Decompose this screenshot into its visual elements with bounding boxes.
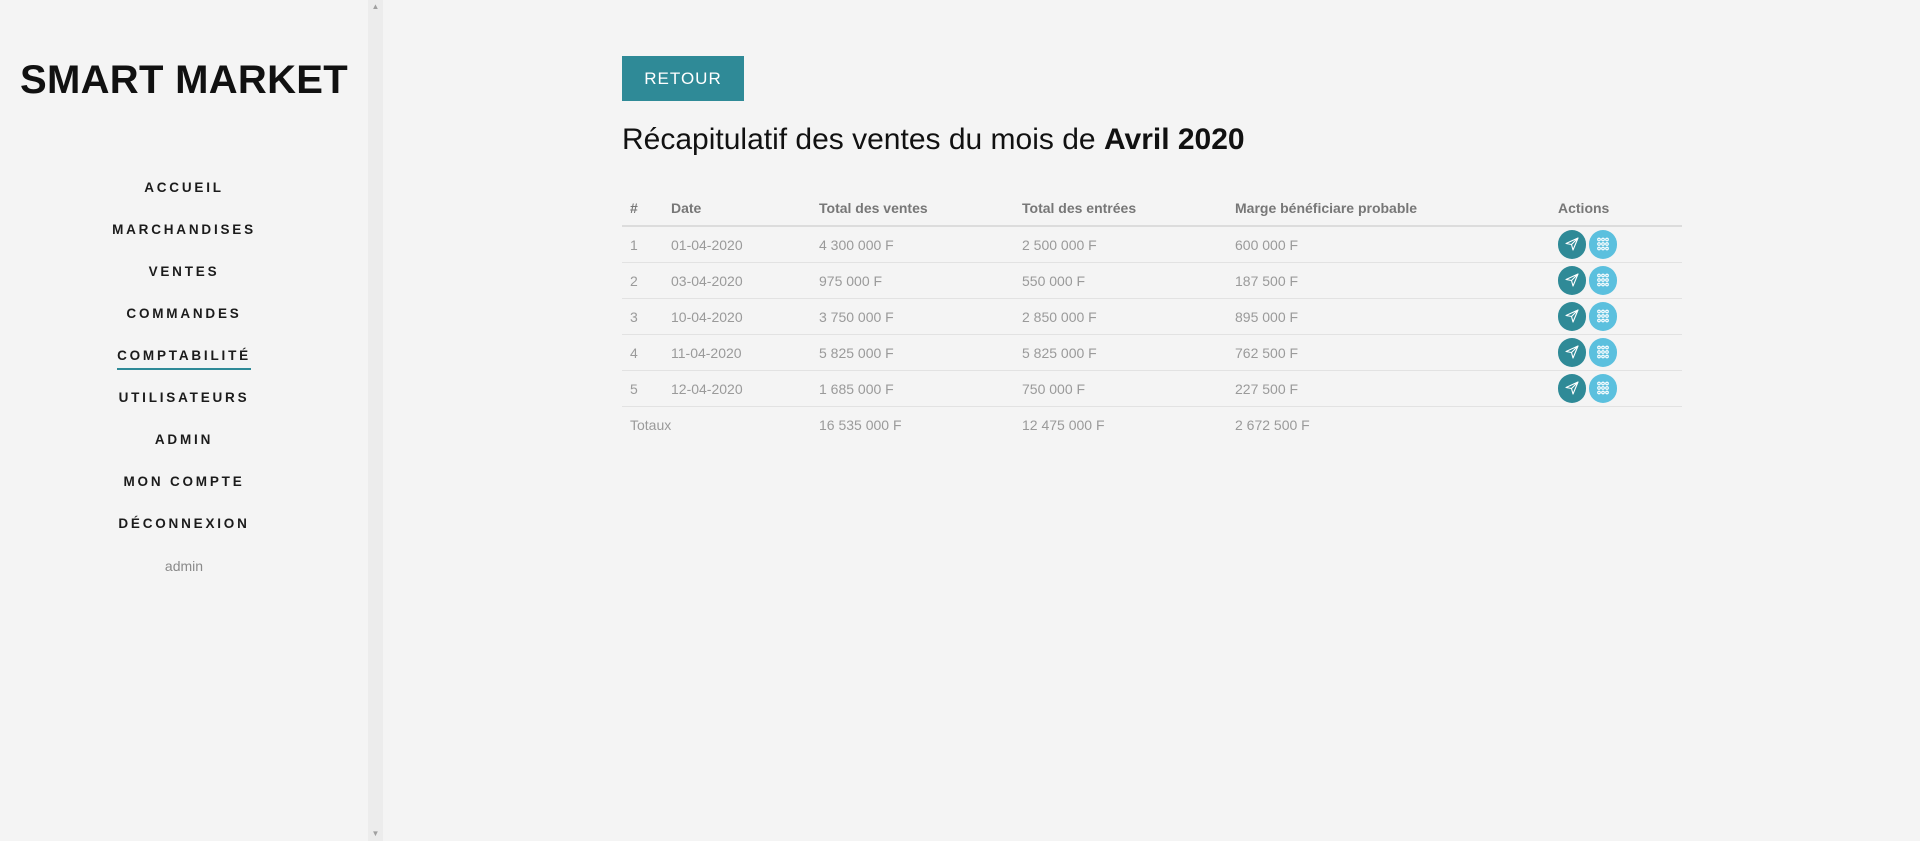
paper-plane-icon bbox=[1565, 345, 1579, 359]
details-button[interactable] bbox=[1589, 338, 1617, 367]
cell-total-ventes: 4 300 000 F bbox=[811, 226, 1014, 263]
nav-item-comptabilite[interactable]: COMPTABILITÉ bbox=[117, 346, 251, 370]
col-header-total-entrees: Total des entrées bbox=[1014, 190, 1227, 227]
nav-item-ventes[interactable]: VENTES bbox=[149, 262, 220, 284]
cell-actions bbox=[1550, 262, 1682, 299]
cell-total-entrees: 5 825 000 F bbox=[1014, 334, 1227, 371]
table-row: 3 10-04-2020 3 750 000 F 2 850 000 F 895… bbox=[622, 298, 1682, 335]
page-title-period: Avril 2020 bbox=[1103, 123, 1245, 156]
cell-total-ventes: 5 825 000 F bbox=[811, 334, 1014, 371]
nav-item-mon-compte[interactable]: MON COMPTE bbox=[124, 472, 245, 494]
col-header-actions: Actions bbox=[1550, 190, 1682, 227]
cell-marge: 227 500 F bbox=[1227, 370, 1550, 407]
totals-ventes: 16 535 000 F bbox=[819, 416, 902, 433]
nav-item-admin[interactable]: ADMIN bbox=[155, 430, 213, 452]
brand-logo: SMART MARKET bbox=[19, 58, 348, 102]
cell-actions bbox=[1550, 298, 1682, 335]
nav-item-marchandises[interactable]: MARCHANDISES bbox=[112, 220, 256, 242]
nav-item-utilisateurs[interactable]: UTILISATEURS bbox=[119, 388, 250, 410]
cell-number: 4 bbox=[622, 334, 663, 371]
list-detail-icon bbox=[1597, 309, 1609, 323]
scroll-up-arrow-icon[interactable]: ▲ bbox=[368, 0, 383, 14]
page-title: Récapitulatif des ventes du mois de Avri… bbox=[622, 123, 1245, 157]
paper-plane-icon bbox=[1565, 381, 1579, 395]
cell-number: 5 bbox=[622, 370, 663, 407]
col-header-date: Date bbox=[663, 190, 811, 227]
sales-summary-table: # Date Total des ventes Total des entrée… bbox=[622, 190, 1682, 442]
table-row: 1 01-04-2020 4 300 000 F 2 500 000 F 600… bbox=[622, 226, 1682, 263]
col-header-number: # bbox=[622, 190, 663, 227]
table-row: 4 11-04-2020 5 825 000 F 5 825 000 F 762… bbox=[622, 334, 1682, 371]
page-title-prefix: Récapitulatif des ventes du mois de bbox=[622, 123, 1096, 156]
totals-entrees: 12 475 000 F bbox=[1022, 416, 1105, 433]
list-detail-icon bbox=[1597, 273, 1609, 287]
cell-actions bbox=[1550, 226, 1682, 263]
sidebar-scrollbar[interactable]: ▲ ▼ bbox=[368, 0, 383, 841]
cell-date: 03-04-2020 bbox=[663, 262, 811, 299]
cell-total-ventes: 3 750 000 F bbox=[811, 298, 1014, 335]
send-button[interactable] bbox=[1558, 266, 1586, 295]
cell-number: 1 bbox=[622, 226, 663, 263]
nav-item-accueil[interactable]: ACCUEIL bbox=[144, 178, 224, 200]
col-header-total-ventes: Total des ventes bbox=[811, 190, 1014, 227]
totals-marge: 2 672 500 F bbox=[1235, 416, 1310, 433]
back-button[interactable]: RETOUR bbox=[622, 56, 744, 101]
paper-plane-icon bbox=[1565, 273, 1579, 287]
details-button[interactable] bbox=[1589, 266, 1617, 295]
cell-actions bbox=[1550, 334, 1682, 371]
sidebar: SMART MARKET ACCUEIL MARCHANDISES VENTES… bbox=[0, 0, 368, 841]
details-button[interactable] bbox=[1589, 302, 1617, 331]
table-row: 2 03-04-2020 975 000 F 550 000 F 187 500… bbox=[622, 262, 1682, 299]
send-button[interactable] bbox=[1558, 374, 1586, 403]
table-row: 5 12-04-2020 1 685 000 F 750 000 F 227 5… bbox=[622, 370, 1682, 407]
paper-plane-icon bbox=[1565, 309, 1579, 323]
cell-date: 11-04-2020 bbox=[663, 334, 811, 371]
cell-total-ventes: 1 685 000 F bbox=[811, 370, 1014, 407]
cell-marge: 187 500 F bbox=[1227, 262, 1550, 299]
cell-marge: 600 000 F bbox=[1227, 226, 1550, 263]
cell-total-entrees: 750 000 F bbox=[1014, 370, 1227, 407]
list-detail-icon bbox=[1597, 345, 1609, 359]
cell-number: 3 bbox=[622, 298, 663, 335]
send-button[interactable] bbox=[1558, 338, 1586, 367]
cell-date: 10-04-2020 bbox=[663, 298, 811, 335]
send-button[interactable] bbox=[1558, 302, 1586, 331]
cell-total-ventes: 975 000 F bbox=[811, 262, 1014, 299]
scroll-down-arrow-icon[interactable]: ▼ bbox=[368, 827, 383, 841]
table-header-row: # Date Total des ventes Total des entrée… bbox=[622, 190, 1682, 227]
main-nav: ACCUEIL MARCHANDISES VENTES COMMANDES CO… bbox=[0, 178, 368, 598]
totals-label: Totaux bbox=[630, 416, 672, 433]
cell-total-entrees: 2 500 000 F bbox=[1014, 226, 1227, 263]
cell-date: 01-04-2020 bbox=[663, 226, 811, 263]
nav-item-commandes[interactable]: COMMANDES bbox=[126, 304, 241, 326]
details-button[interactable] bbox=[1589, 230, 1617, 259]
col-header-marge: Marge bénéficiare probable bbox=[1227, 190, 1550, 227]
totals-actions-empty bbox=[1550, 407, 1682, 443]
cell-actions bbox=[1550, 370, 1682, 407]
cell-number: 2 bbox=[622, 262, 663, 299]
list-detail-icon bbox=[1597, 381, 1609, 395]
cell-total-entrees: 550 000 F bbox=[1014, 262, 1227, 299]
details-button[interactable] bbox=[1589, 374, 1617, 403]
totals-row: Totaux 16 535 000 F 12 475 000 F 2 672 5… bbox=[622, 407, 1682, 443]
cell-date: 12-04-2020 bbox=[663, 370, 811, 407]
cell-marge: 895 000 F bbox=[1227, 298, 1550, 335]
nav-item-deconnexion[interactable]: DÉCONNEXION bbox=[118, 514, 249, 536]
send-button[interactable] bbox=[1558, 230, 1586, 259]
paper-plane-icon bbox=[1565, 237, 1579, 251]
list-detail-icon bbox=[1597, 237, 1609, 251]
cell-marge: 762 500 F bbox=[1227, 334, 1550, 371]
cell-total-entrees: 2 850 000 F bbox=[1014, 298, 1227, 335]
current-user-label: admin bbox=[164, 558, 204, 574]
